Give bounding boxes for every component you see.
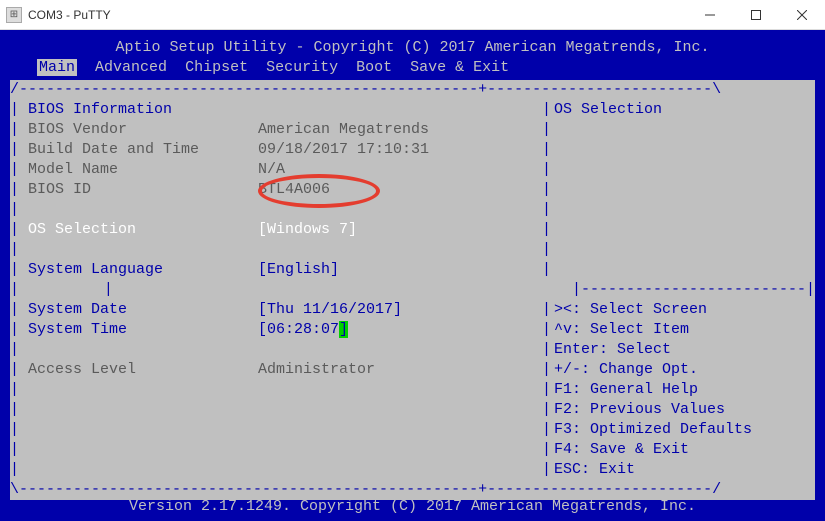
sys-time-value[interactable]: [06:28:07] <box>258 321 348 338</box>
window-title: COM3 - PuTTY <box>28 8 687 22</box>
bios-info-header: BIOS Information <box>28 101 172 118</box>
help-k5: F1: General Help <box>554 380 815 400</box>
sys-lang-label[interactable]: System Language <box>28 260 258 280</box>
bios-vendor-value: American Megatrends <box>258 121 429 138</box>
tab-save-exit[interactable]: Save & Exit <box>410 59 509 76</box>
help-k3: Enter: Select <box>554 340 815 360</box>
tab-chipset[interactable]: Chipset <box>185 59 248 76</box>
sys-date-value[interactable]: [Thu 11/16/2017] <box>258 301 402 318</box>
build-date-label: Build Date and Time <box>28 140 258 160</box>
app-icon: ⊞ <box>6 7 22 23</box>
help-k9: ESC: Exit <box>554 460 815 480</box>
sys-date-label[interactable]: System Date <box>28 300 258 320</box>
access-level-label: Access Level <box>28 360 258 380</box>
cursor-icon: ] <box>339 321 348 338</box>
bios-content: /---------------------------------------… <box>10 80 815 500</box>
bios-vendor-label: BIOS Vendor <box>28 120 258 140</box>
bios-tabs[interactable]: Main Advanced Chipset Security Boot Save… <box>10 58 815 78</box>
build-date-value: 09/18/2017 17:10:31 <box>258 141 429 158</box>
bios-header: Aptio Setup Utility - Copyright (C) 2017… <box>10 38 815 58</box>
tab-boot[interactable]: Boot <box>356 59 392 76</box>
bios-footer: Version 2.17.1249. Copyright (C) 2017 Am… <box>0 497 825 517</box>
os-selection-value[interactable]: [Windows 7] <box>258 221 357 238</box>
border-top: /---------------------------------------… <box>10 80 815 100</box>
help-title: OS Selection <box>554 100 815 120</box>
help-k7: F3: Optimized Defaults <box>554 420 815 440</box>
sys-lang-value[interactable]: [English] <box>258 261 339 278</box>
help-k8: F4: Save & Exit <box>554 440 815 460</box>
bios-id-label: BIOS ID <box>28 180 258 200</box>
help-k1: ><: Select Screen <box>554 300 815 320</box>
minimize-button[interactable] <box>687 0 733 30</box>
tab-main[interactable]: Main <box>37 59 77 76</box>
maximize-button[interactable] <box>733 0 779 30</box>
os-selection-label[interactable]: OS Selection <box>28 220 258 240</box>
help-divider: | |-------------------------| <box>104 280 815 300</box>
model-name-value: N/A <box>258 161 285 178</box>
bios-id-value: BTL4A006 <box>258 181 330 198</box>
tab-advanced[interactable]: Advanced <box>95 59 167 76</box>
help-k2: ^v: Select Item <box>554 320 815 340</box>
sys-time-label[interactable]: System Time <box>28 320 258 340</box>
window-titlebar: ⊞ COM3 - PuTTY <box>0 0 825 30</box>
help-k6: F2: Previous Values <box>554 400 815 420</box>
tab-security[interactable]: Security <box>266 59 338 76</box>
close-button[interactable] <box>779 0 825 30</box>
access-level-value: Administrator <box>258 361 375 378</box>
help-k4: +/-: Change Opt. <box>554 360 815 380</box>
model-name-label: Model Name <box>28 160 258 180</box>
terminal-area[interactable]: Aptio Setup Utility - Copyright (C) 2017… <box>0 30 825 521</box>
